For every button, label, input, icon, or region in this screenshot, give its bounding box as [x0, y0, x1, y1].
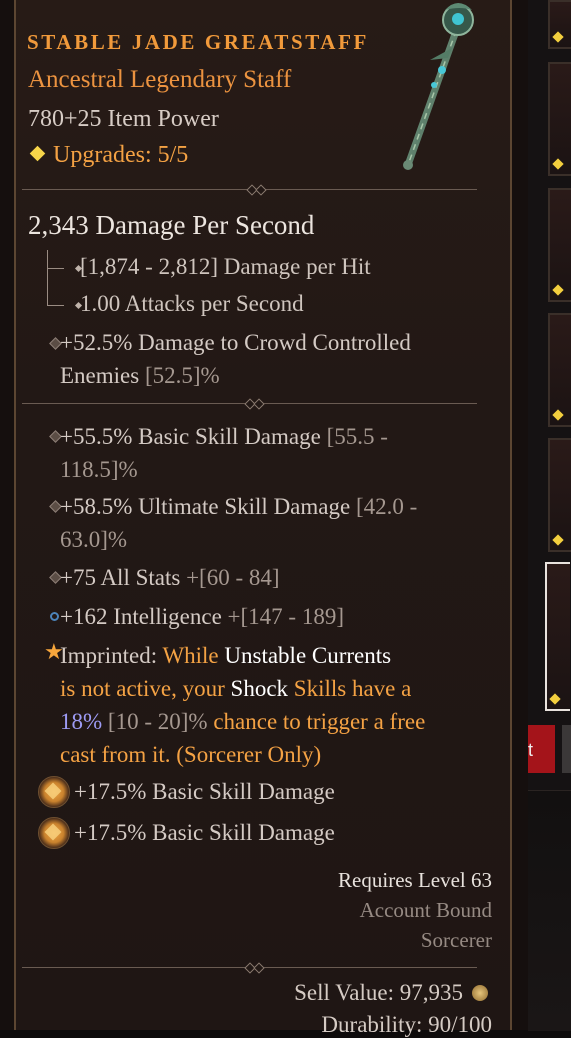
inventory-slot[interactable]: [548, 313, 571, 427]
socket-effect: +17.5% Basic Skill Damage: [74, 820, 335, 845]
intelligence-icon: [50, 612, 59, 621]
imprint-roll-value: 18%: [60, 709, 103, 734]
tree-branch: [48, 305, 64, 306]
affix-intelligence: +162 Intelligence +[147 - 189]: [60, 600, 480, 633]
affix-basic-skill-damage: +55.5% Basic Skill Damage [55.5 - 118.5]…: [60, 420, 480, 486]
item-type: Ancestral Legendary Staff: [28, 66, 292, 93]
inventory-tab-button[interactable]: t: [528, 725, 555, 773]
item-name: STABLE JADE GREATSTAFF: [27, 30, 369, 54]
implicit-text: +52.5% Damage to Crowd Controlled: [60, 330, 411, 355]
implicit-range: [52.5]%: [144, 363, 220, 388]
inventory-tab-button[interactable]: [562, 725, 571, 773]
item-indicator-icon: [552, 409, 564, 421]
item-indicator-icon: [552, 534, 564, 546]
attacks-per-second: 1.00 Attacks per Second: [80, 291, 304, 316]
section-divider: [22, 184, 477, 196]
damage-per-second: 2,343 Damage Per Second: [28, 210, 315, 240]
staff-item-icon: [403, 3, 474, 170]
inventory-slot[interactable]: [548, 188, 571, 302]
sell-value: Sell Value: 97,935: [294, 980, 463, 1005]
item-indicator-icon: [552, 31, 564, 43]
class-requirement: Sorcerer: [420, 928, 492, 952]
imprint-text: Skills have a: [293, 676, 412, 701]
damage-per-hit: [1,874 - 2,812] Damage per Hit: [80, 254, 371, 279]
affix-ultimate-skill-damage: +58.5% Ultimate Skill Damage [42.0 - 63.…: [60, 490, 480, 556]
imprint-text: chance to trigger a free: [213, 709, 426, 734]
socket-effect: +17.5% Basic Skill Damage: [74, 779, 335, 804]
durability: Durability: 90/100: [321, 1012, 492, 1037]
tree-line: [47, 250, 62, 306]
upgrade-diamond-icon: [29, 145, 46, 162]
inventory-tab-label: t: [528, 740, 534, 760]
affix-range: +[147 - 189]: [227, 604, 344, 629]
inventory-slot[interactable]: [548, 438, 571, 552]
upgrades-label: Upgrades: 5/5: [53, 142, 189, 168]
item-indicator-icon: [552, 284, 564, 296]
imprint-text: While: [162, 643, 219, 668]
imprint-label: Imprinted:: [60, 643, 158, 668]
section-divider: [22, 398, 477, 410]
affix-all-stats: +75 All Stats +[60 - 84]: [60, 561, 480, 594]
account-bound: Account Bound: [359, 898, 492, 922]
tree-branch: [48, 268, 64, 269]
inventory-slot[interactable]: [548, 62, 571, 176]
imprinted-aspect: Imprinted: While Unstable Currents is not…: [60, 639, 490, 771]
inventory-slot-selected[interactable]: [545, 562, 570, 711]
socket-gem-icon: [38, 817, 70, 849]
affix-range: 63.0]%: [60, 527, 128, 552]
imprint-text: cast from it. (Sorcerer Only): [60, 742, 322, 767]
gold-coin-icon: [472, 985, 488, 1001]
item-power: 780+25 Item Power: [28, 106, 219, 132]
affix-text: +75 All Stats: [60, 565, 181, 590]
item-indicator-icon: [552, 158, 564, 170]
implicit-affix: +52.5% Damage to Crowd Controlled Enemie…: [60, 326, 480, 392]
item-upgrades: Upgrades: 5/5: [28, 142, 188, 169]
implicit-text-cont: Enemies: [60, 363, 140, 388]
affix-text: +55.5% Basic Skill Damage: [60, 424, 321, 449]
socket-gem-icon: [38, 776, 70, 808]
inventory-slot[interactable]: [548, 0, 571, 49]
imprint-range: [10 - 20]%: [107, 709, 208, 734]
imprint-text: is not active, your: [60, 676, 225, 701]
inventory-lower-area: [528, 790, 571, 1031]
item-indicator-icon: [549, 693, 561, 705]
required-level: Requires Level 63: [338, 868, 492, 892]
affix-range: +[60 - 84]: [186, 565, 280, 590]
affix-text: +162 Intelligence: [60, 604, 222, 629]
affix-range: [42.0 -: [355, 494, 418, 519]
affix-text: +58.5% Ultimate Skill Damage: [60, 494, 351, 519]
imprint-keyword: Unstable Currents: [224, 643, 392, 668]
section-divider: [22, 962, 477, 974]
affix-range: 118.5]%: [60, 457, 138, 482]
imprint-keyword: Shock: [230, 676, 289, 701]
affix-range: [55.5 -: [326, 424, 388, 449]
